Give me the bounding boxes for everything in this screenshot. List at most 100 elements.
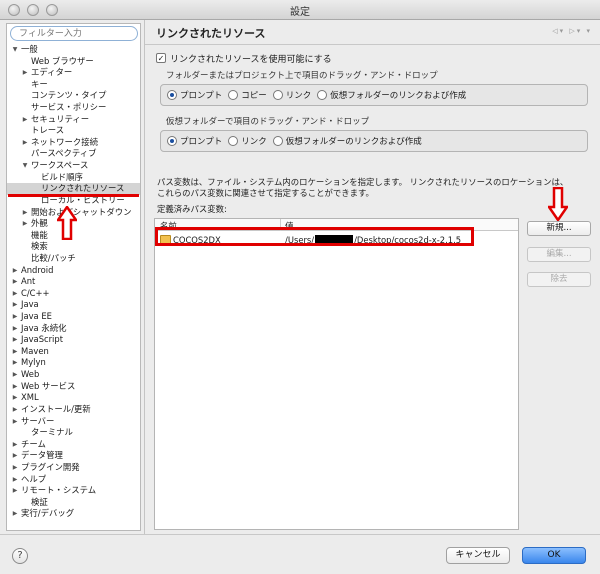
- radio-button-icon[interactable]: [272, 90, 283, 100]
- collapsed-arrow-icon[interactable]: ▶: [11, 485, 19, 497]
- ok-button[interactable]: OK: [522, 547, 586, 564]
- edit-variable-button[interactable]: 編集...: [527, 247, 591, 262]
- description-line-1: パス変数は、ファイル・システム内のロケーションを指定します。 リンクされたリソー…: [157, 177, 569, 187]
- collapsed-arrow-icon[interactable]: ▶: [11, 276, 19, 288]
- tree-item[interactable]: 検証: [7, 497, 140, 509]
- tree-item[interactable]: コンテンツ・タイプ: [7, 90, 140, 102]
- title-bar: 設定: [0, 0, 600, 20]
- tree-item[interactable]: ▶ Android: [7, 265, 140, 277]
- preferences-tree-panel: ▼一般Web ブラウザー▶エディターキーコンテンツ・タイプサービス・ポリシー▶セ…: [6, 23, 141, 531]
- linked-resources-page: リンクされたリソース ◁▾ ▷▾ ▾ ✓ リンクされたリソースを使用可能にする …: [145, 20, 600, 534]
- radio-option[interactable]: プロンプト: [167, 89, 222, 101]
- tree-item[interactable]: ▶ Java EE: [7, 311, 140, 323]
- tree-item[interactable]: ビルド順序: [7, 172, 140, 184]
- tree-item[interactable]: トレース: [7, 125, 140, 137]
- radio-option[interactable]: 仮想フォルダーのリンクおよび作成: [272, 135, 422, 147]
- collapsed-arrow-icon[interactable]: ▶: [11, 416, 19, 428]
- view-menu-icon[interactable]: ▾: [586, 27, 592, 35]
- collapsed-arrow-icon[interactable]: ▶: [21, 207, 29, 219]
- tree-item[interactable]: ターミナル: [7, 427, 140, 439]
- collapsed-arrow-icon[interactable]: ▶: [11, 392, 19, 404]
- tree-item[interactable]: ▼ ワークスペース: [7, 160, 140, 172]
- radio-button-icon[interactable]: [272, 136, 283, 146]
- tree-item[interactable]: サービス・ポリシー: [7, 102, 140, 114]
- tree-item[interactable]: ▶ データ管理: [7, 450, 140, 462]
- tree-item[interactable]: ▶ 実行/デバッグ: [7, 508, 140, 520]
- collapsed-arrow-icon[interactable]: ▶: [21, 137, 29, 149]
- tree-item[interactable]: ▶ Web: [7, 369, 140, 381]
- tree-item[interactable]: ▶ ヘルプ: [7, 474, 140, 486]
- tree-item[interactable]: 検索: [7, 241, 140, 253]
- enable-linked-resources-checkbox[interactable]: ✓ リンクされたリソースを使用可能にする: [156, 52, 332, 65]
- help-icon[interactable]: ?: [12, 548, 28, 564]
- radio-button-icon[interactable]: [167, 136, 177, 146]
- tree-item[interactable]: ▶ Ant: [7, 276, 140, 288]
- collapsed-arrow-icon[interactable]: ▶: [11, 265, 19, 277]
- tree-item-label: Maven: [21, 345, 49, 356]
- filter-input[interactable]: [10, 26, 138, 41]
- tree-item[interactable]: キー: [7, 79, 140, 91]
- collapsed-arrow-icon[interactable]: ▶: [21, 67, 29, 79]
- radio-option[interactable]: リンク: [272, 89, 311, 101]
- collapsed-arrow-icon[interactable]: ▶: [11, 288, 19, 300]
- tree-item[interactable]: ▶ Mylyn: [7, 357, 140, 369]
- radio-button-icon[interactable]: [317, 90, 328, 100]
- tree-item[interactable]: ▶ XML: [7, 392, 140, 404]
- collapsed-arrow-icon[interactable]: ▶: [21, 114, 29, 126]
- collapsed-arrow-icon[interactable]: ▶: [11, 299, 19, 311]
- tree-item[interactable]: ▶ JavaScript: [7, 334, 140, 346]
- radio-option-label: プロンプト: [180, 137, 223, 147]
- radio-option[interactable]: プロンプト: [167, 135, 222, 147]
- expanded-arrow-icon[interactable]: ▼: [21, 160, 29, 172]
- collapsed-arrow-icon[interactable]: ▶: [11, 450, 19, 462]
- collapsed-arrow-icon[interactable]: ▶: [11, 311, 19, 323]
- collapsed-arrow-icon[interactable]: ▶: [21, 218, 29, 230]
- tree-item[interactable]: ▶ Java 永続化: [7, 323, 140, 335]
- cancel-button[interactable]: キャンセル: [446, 547, 510, 564]
- collapsed-arrow-icon[interactable]: ▶: [11, 346, 19, 358]
- tree-item[interactable]: ▼ 一般: [7, 44, 140, 56]
- radio-option[interactable]: コピー: [228, 89, 267, 101]
- tree-item[interactable]: ▶ チーム: [7, 439, 140, 451]
- tree-item[interactable]: ▶ ネットワーク接続: [7, 137, 140, 149]
- radio-option[interactable]: 仮想フォルダーのリンクおよび作成: [317, 89, 466, 101]
- back-arrow-icon[interactable]: ◁▾: [552, 27, 565, 35]
- collapsed-arrow-icon[interactable]: ▶: [11, 323, 19, 335]
- tree-item[interactable]: ▶ C/C++: [7, 288, 140, 300]
- collapsed-arrow-icon[interactable]: ▶: [11, 508, 19, 520]
- collapsed-arrow-icon[interactable]: ▶: [11, 404, 19, 416]
- tree-item[interactable]: ▶ エディター: [7, 67, 140, 79]
- collapsed-arrow-icon[interactable]: ▶: [11, 381, 19, 393]
- tree-item[interactable]: ▶ リモート・システム: [7, 485, 140, 497]
- tree-item-label: 検索: [31, 241, 48, 252]
- radio-button-icon[interactable]: [167, 90, 177, 100]
- radio-option[interactable]: リンク: [228, 135, 267, 147]
- collapsed-arrow-icon[interactable]: ▶: [11, 334, 19, 346]
- collapsed-arrow-icon[interactable]: ▶: [11, 357, 19, 369]
- tree-item[interactable]: パースペクティブ: [7, 148, 140, 160]
- new-variable-button[interactable]: 新規...: [527, 221, 591, 236]
- remove-variable-button[interactable]: 除去: [527, 272, 591, 287]
- tree-item[interactable]: ▶ サーバー: [7, 416, 140, 428]
- collapsed-arrow-icon[interactable]: ▶: [11, 462, 19, 474]
- checkmark-icon[interactable]: ✓: [156, 53, 166, 63]
- expanded-arrow-icon[interactable]: ▼: [11, 44, 19, 56]
- forward-arrow-icon[interactable]: ▷▾: [569, 27, 582, 35]
- collapsed-arrow-icon[interactable]: ▶: [11, 439, 19, 451]
- tree-item[interactable]: ▶ Maven: [7, 346, 140, 358]
- tree-item[interactable]: 比較/パッチ: [7, 253, 140, 265]
- tree-item-label: トレース: [31, 125, 65, 136]
- collapsed-arrow-icon[interactable]: ▶: [11, 369, 19, 381]
- page-title: リンクされたリソース: [156, 27, 266, 40]
- tree-item[interactable]: Web ブラウザー: [7, 56, 140, 68]
- tree-item[interactable]: ▶ セキュリティー: [7, 114, 140, 126]
- enable-linked-resources-label: リンクされたリソースを使用可能にする: [170, 54, 332, 65]
- tree-item[interactable]: ▶ Web サービス: [7, 381, 140, 393]
- radio-button-icon[interactable]: [228, 90, 239, 100]
- tree-item[interactable]: ▶ プラグイン開発: [7, 462, 140, 474]
- collapsed-arrow-icon[interactable]: ▶: [11, 474, 19, 486]
- tree-item[interactable]: ▶ インストール/更新: [7, 404, 140, 416]
- radio-button-icon[interactable]: [228, 136, 239, 146]
- tree-item[interactable]: ▶ Java: [7, 299, 140, 311]
- title-divider: [145, 44, 600, 45]
